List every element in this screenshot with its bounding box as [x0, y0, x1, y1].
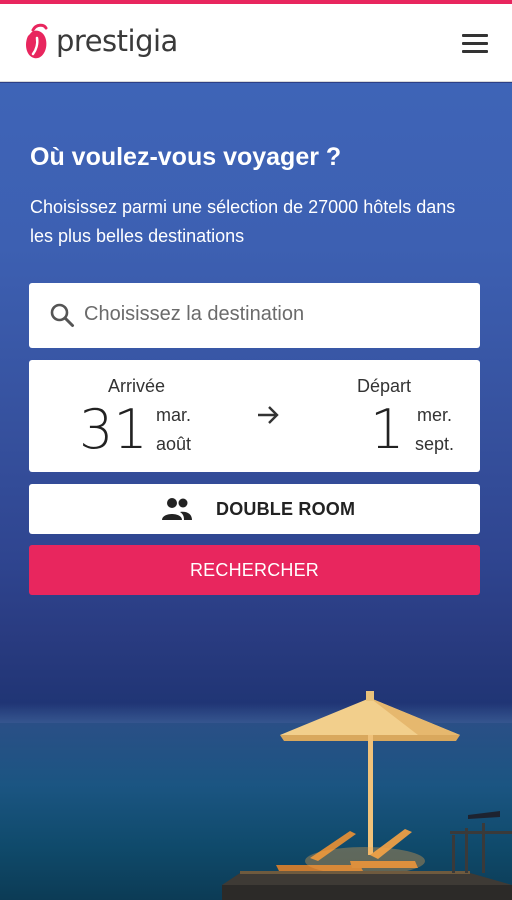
search-icon: [50, 303, 74, 327]
arrival-label: Arrivée: [108, 376, 166, 396]
hamburger-menu-icon[interactable]: [462, 34, 488, 54]
hero-title: Où voulez-vous voyager ?: [30, 143, 342, 171]
people-icon: [162, 498, 192, 520]
hero-subtitle: Choisissez parmi une sélection de 27000 …: [30, 197, 456, 246]
departure-date-picker[interactable]: Départ 1 mer. sept.: [324, 360, 464, 472]
arrival-month: août: [156, 434, 192, 454]
logo-text: prestigia: [56, 24, 178, 58]
room-type-label: DOUBLE ROOM: [216, 499, 356, 519]
arrival-date-picker[interactable]: Arrivée 31 mar. août: [79, 360, 229, 472]
logo-mark-icon: [26, 23, 48, 59]
destination-input-placeholder[interactable]: Choisissez la destination: [84, 303, 304, 326]
beach-umbrella-deck-image: [222, 691, 512, 900]
arrow-right-icon: [258, 406, 279, 424]
app-header: prestigia: [0, 4, 512, 82]
departure-label: Départ: [357, 376, 412, 396]
arrival-weekday: mar.: [156, 405, 192, 425]
arrival-day: 31: [79, 398, 148, 461]
date-selector: Arrivée 31 mar. août Départ 1 mer. sept.: [29, 360, 480, 472]
search-button[interactable]: RECHERCHER: [29, 545, 480, 595]
departure-month: sept.: [415, 434, 455, 454]
departure-weekday: mer.: [417, 405, 453, 425]
departure-day: 1: [370, 398, 405, 461]
prestigia-logo[interactable]: prestigia: [22, 22, 178, 62]
destination-search-field[interactable]: Choisissez la destination: [29, 283, 480, 348]
hero-section: Où voulez-vous voyager ? Choisissez parm…: [0, 83, 512, 900]
room-type-selector[interactable]: DOUBLE ROOM: [29, 484, 480, 534]
